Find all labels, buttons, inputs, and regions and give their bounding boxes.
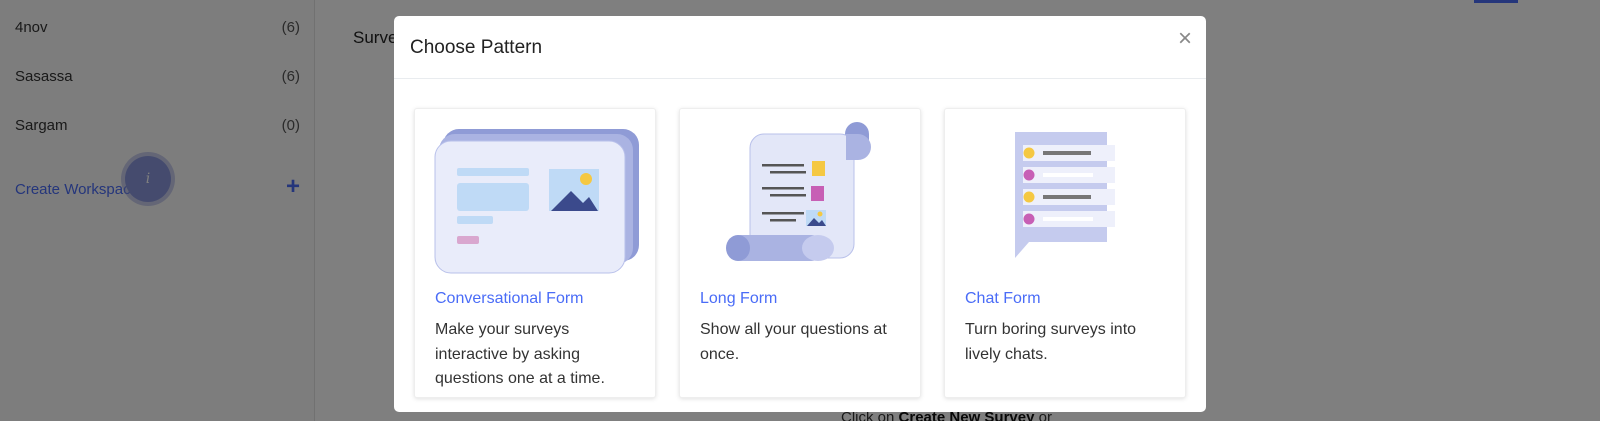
card-title[interactable]: Long Form bbox=[700, 290, 777, 308]
modal-header: Choose Pattern × bbox=[394, 16, 1206, 79]
pattern-card-long-form[interactable]: Long Form Show all your questions at onc… bbox=[679, 108, 921, 398]
long-form-scroll-illustration-icon bbox=[726, 122, 871, 261]
card-description: Make your surveys interactive by asking … bbox=[435, 321, 605, 387]
chat-form-illustration-icon bbox=[1015, 132, 1115, 258]
card-title[interactable]: Conversational Form bbox=[435, 290, 584, 308]
choose-pattern-modal: Choose Pattern × Conversational Form Mak… bbox=[394, 16, 1206, 412]
card-description: Turn boring surveys into lively chats. bbox=[965, 321, 1137, 363]
modal-title: Choose Pattern bbox=[410, 37, 543, 58]
pattern-card-conversational-form[interactable]: Conversational Form Make your surveys in… bbox=[414, 108, 656, 398]
conversational-form-illustration-icon bbox=[434, 129, 639, 274]
card-description: Show all your questions at once. bbox=[700, 321, 887, 363]
card-title[interactable]: Chat Form bbox=[965, 290, 1041, 308]
close-icon[interactable]: × bbox=[1178, 27, 1192, 51]
pattern-card-chat-form[interactable]: Chat Form Turn boring surveys into livel… bbox=[944, 108, 1186, 398]
